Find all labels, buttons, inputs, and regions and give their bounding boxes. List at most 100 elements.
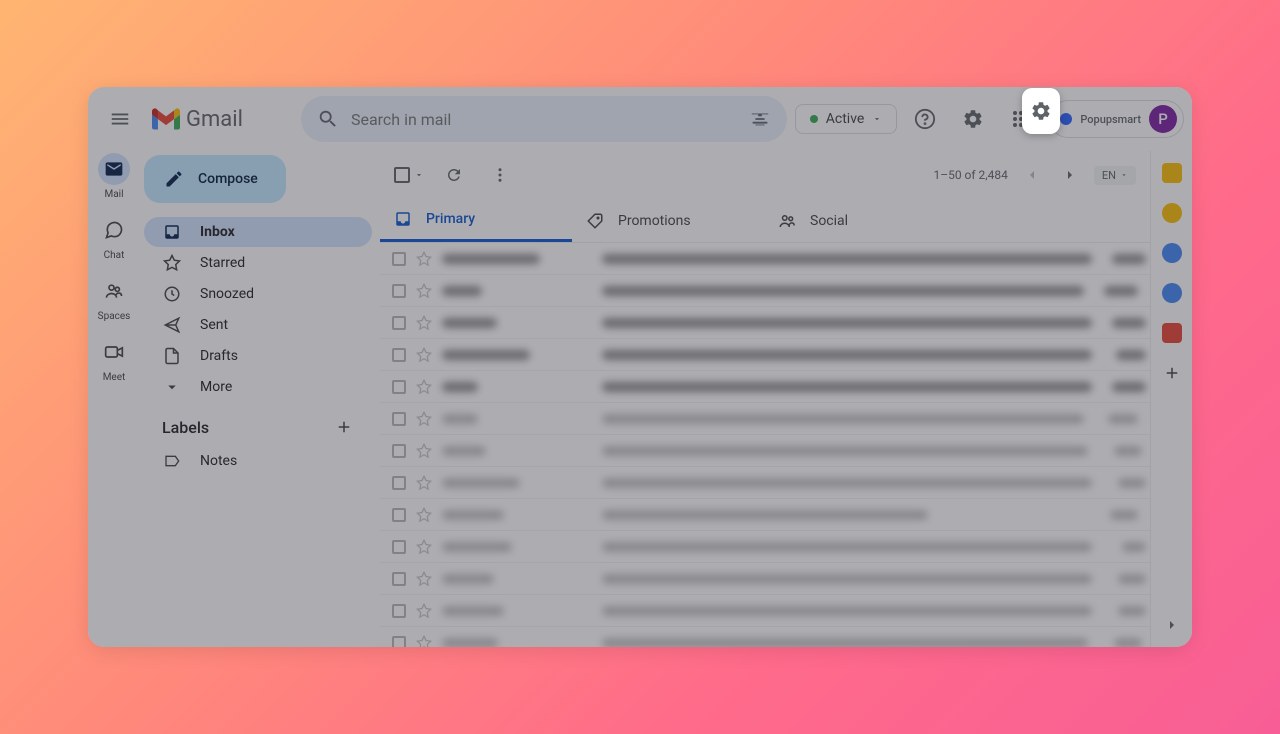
mail-row[interactable]	[380, 595, 1150, 627]
next-page-button[interactable]	[1056, 161, 1084, 189]
rail-spaces[interactable]: Spaces	[98, 275, 131, 322]
label-icon	[164, 453, 180, 469]
star-icon[interactable]	[416, 475, 432, 491]
input-tools-button[interactable]: EN	[1094, 166, 1136, 185]
star-icon[interactable]	[416, 283, 432, 299]
row-checkbox[interactable]	[392, 412, 406, 426]
prev-page-button[interactable]	[1018, 161, 1046, 189]
star-icon[interactable]	[416, 443, 432, 459]
star-icon[interactable]	[416, 635, 432, 648]
plus-icon	[335, 418, 353, 436]
mail-row[interactable]	[380, 563, 1150, 595]
app-rail: Mail Chat Spaces Meet	[88, 151, 140, 647]
star-icon[interactable]	[416, 571, 432, 587]
mail-row[interactable]	[380, 467, 1150, 499]
gear-icon	[1030, 100, 1052, 122]
chevron-right-icon	[1164, 617, 1180, 633]
settings-button-highlighted[interactable]	[1022, 88, 1060, 134]
row-checkbox[interactable]	[392, 508, 406, 522]
more-actions-button[interactable]	[484, 159, 516, 191]
compose-button[interactable]: Compose	[144, 155, 286, 203]
support-button[interactable]	[905, 99, 945, 139]
mail-row[interactable]	[380, 307, 1150, 339]
sidebar-drafts[interactable]: Drafts	[144, 341, 372, 371]
date	[1102, 606, 1146, 616]
mail-list[interactable]	[380, 243, 1150, 647]
addon-5[interactable]	[1162, 323, 1182, 343]
mail-row[interactable]	[380, 339, 1150, 371]
mail-row[interactable]	[380, 275, 1150, 307]
main-panel: 1–50 of 2,484 EN Primary Promotions	[380, 151, 1150, 647]
star-icon[interactable]	[416, 251, 432, 267]
sidebar-starred[interactable]: Starred	[144, 248, 372, 278]
tab-social[interactable]: Social	[764, 199, 956, 242]
select-all-checkbox[interactable]	[394, 167, 410, 183]
kebab-icon	[491, 166, 509, 184]
hamburger-icon	[109, 108, 131, 130]
sender	[442, 478, 592, 488]
row-checkbox[interactable]	[392, 476, 406, 490]
row-checkbox[interactable]	[392, 636, 406, 648]
star-icon[interactable]	[416, 507, 432, 523]
status-chip[interactable]: Active	[795, 104, 898, 134]
mail-row[interactable]	[380, 499, 1150, 531]
row-checkbox[interactable]	[392, 316, 406, 330]
mail-row[interactable]	[380, 243, 1150, 275]
row-checkbox[interactable]	[392, 540, 406, 554]
tasks-addon[interactable]	[1162, 243, 1182, 263]
expand-sidepanel-button[interactable]	[1160, 613, 1184, 637]
sidebar-more[interactable]: More	[144, 372, 372, 402]
filter-icon[interactable]	[749, 108, 771, 130]
profile-chip[interactable]: Popupsmart P	[1049, 100, 1184, 138]
star-icon[interactable]	[416, 379, 432, 395]
star-icon[interactable]	[416, 411, 432, 427]
date	[1094, 286, 1138, 296]
search-icon	[317, 108, 339, 130]
mail-row[interactable]	[380, 371, 1150, 403]
refresh-button[interactable]	[438, 159, 470, 191]
sidebar-label-notes[interactable]: Notes	[144, 446, 372, 476]
subject	[602, 318, 1092, 328]
subject	[602, 510, 1084, 520]
row-checkbox[interactable]	[392, 252, 406, 266]
search-input[interactable]	[351, 110, 737, 129]
tab-primary[interactable]: Primary	[380, 199, 572, 242]
mail-row[interactable]	[380, 403, 1150, 435]
row-checkbox[interactable]	[392, 348, 406, 362]
main-menu-button[interactable]	[96, 95, 144, 143]
row-checkbox[interactable]	[392, 284, 406, 298]
search-bar[interactable]	[301, 96, 787, 142]
tab-promotions[interactable]: Promotions	[572, 199, 764, 242]
calendar-addon[interactable]	[1162, 163, 1182, 183]
page-info: 1–50 of 2,484	[933, 168, 1007, 182]
mail-row[interactable]	[380, 435, 1150, 467]
star-icon[interactable]	[416, 539, 432, 555]
star-icon[interactable]	[416, 603, 432, 619]
row-checkbox[interactable]	[392, 572, 406, 586]
row-checkbox[interactable]	[392, 604, 406, 618]
rail-mail[interactable]: Mail	[98, 153, 130, 200]
contacts-addon[interactable]	[1162, 283, 1182, 303]
mail-row[interactable]	[380, 627, 1150, 647]
avatar: P	[1149, 105, 1177, 133]
sidebar-sent[interactable]: Sent	[144, 310, 372, 340]
mail-row[interactable]	[380, 531, 1150, 563]
chevron-down-icon[interactable]	[414, 170, 424, 180]
get-addons-button[interactable]	[1162, 363, 1182, 383]
sidebar-snoozed[interactable]: Snoozed	[144, 279, 372, 309]
rail-chat[interactable]: Chat	[98, 214, 130, 261]
star-icon[interactable]	[416, 347, 432, 363]
row-checkbox[interactable]	[392, 444, 406, 458]
star-icon[interactable]	[416, 315, 432, 331]
add-label-button[interactable]	[330, 413, 358, 441]
sidebar-inbox[interactable]: Inbox	[144, 217, 372, 247]
chat-icon	[104, 220, 124, 240]
settings-button[interactable]	[953, 99, 993, 139]
keep-addon[interactable]	[1162, 203, 1182, 223]
chevron-right-icon	[1062, 167, 1078, 183]
row-checkbox[interactable]	[392, 380, 406, 394]
logo[interactable]: Gmail	[152, 107, 243, 132]
plus-icon	[1163, 364, 1181, 382]
rail-meet[interactable]: Meet	[98, 336, 130, 383]
tag-icon	[586, 212, 604, 230]
